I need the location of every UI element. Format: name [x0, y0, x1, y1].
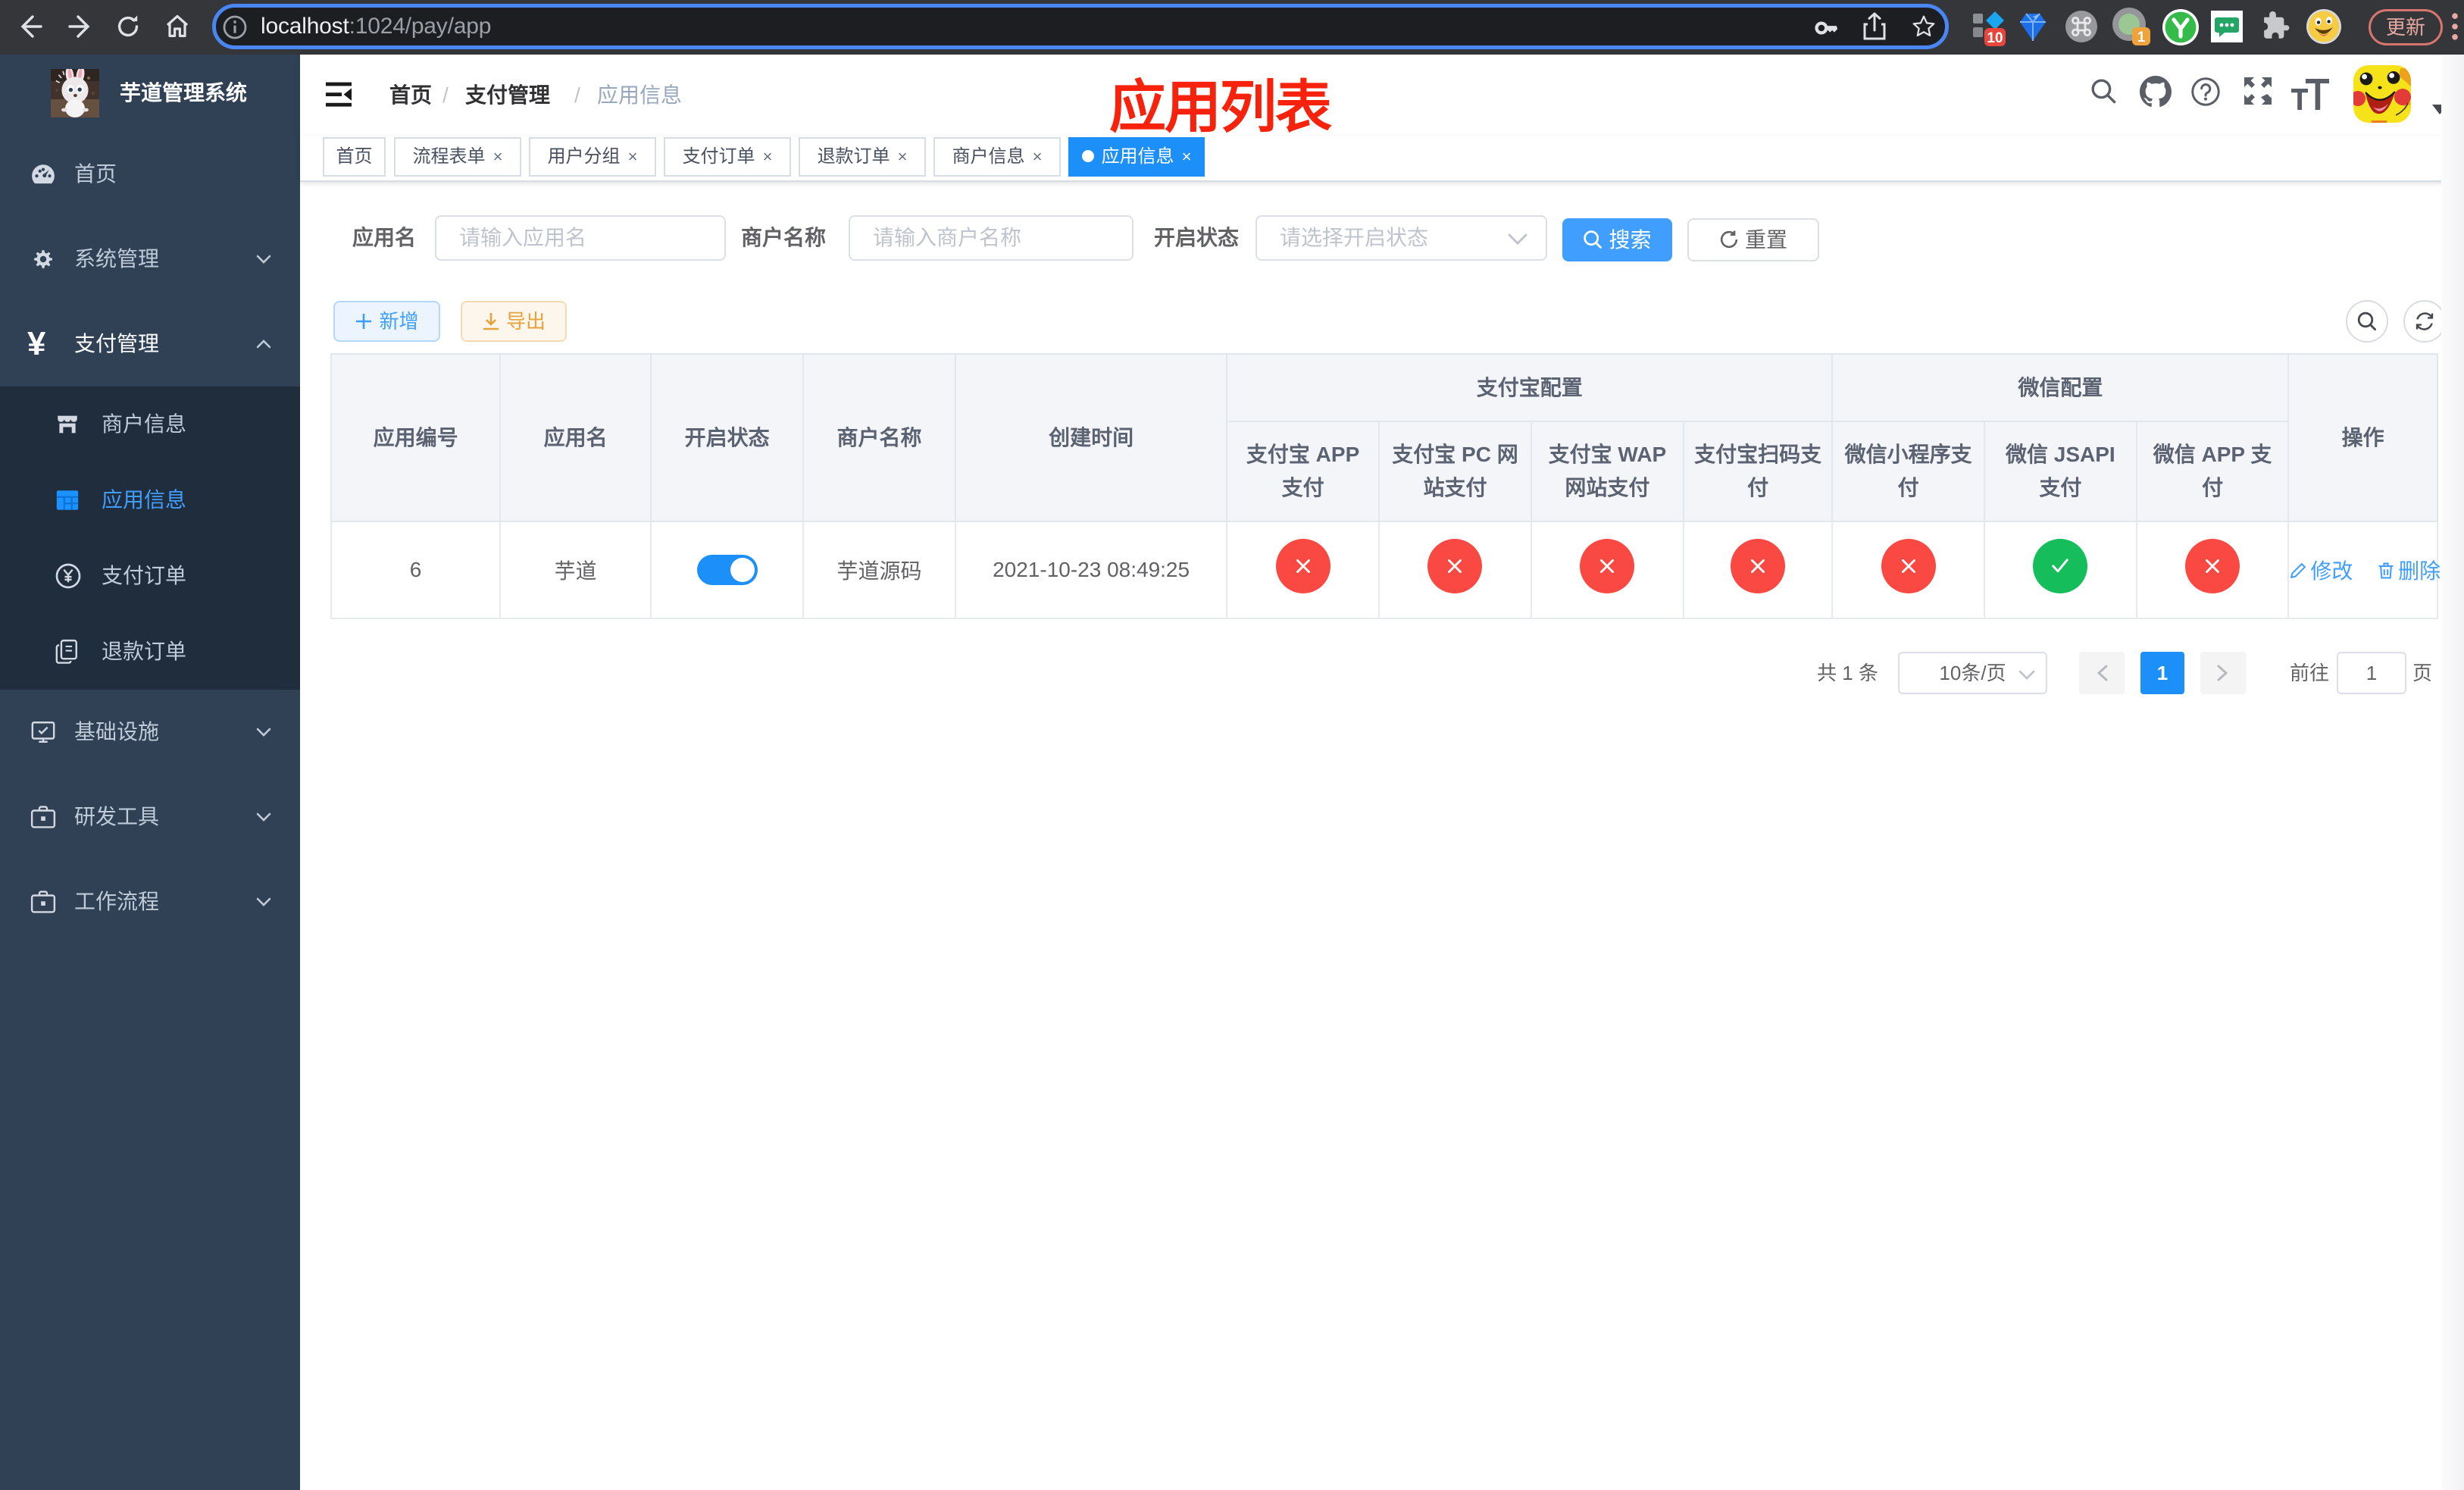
svg-text:10: 10 — [1987, 30, 2003, 46]
svg-text:1: 1 — [2137, 30, 2146, 45]
